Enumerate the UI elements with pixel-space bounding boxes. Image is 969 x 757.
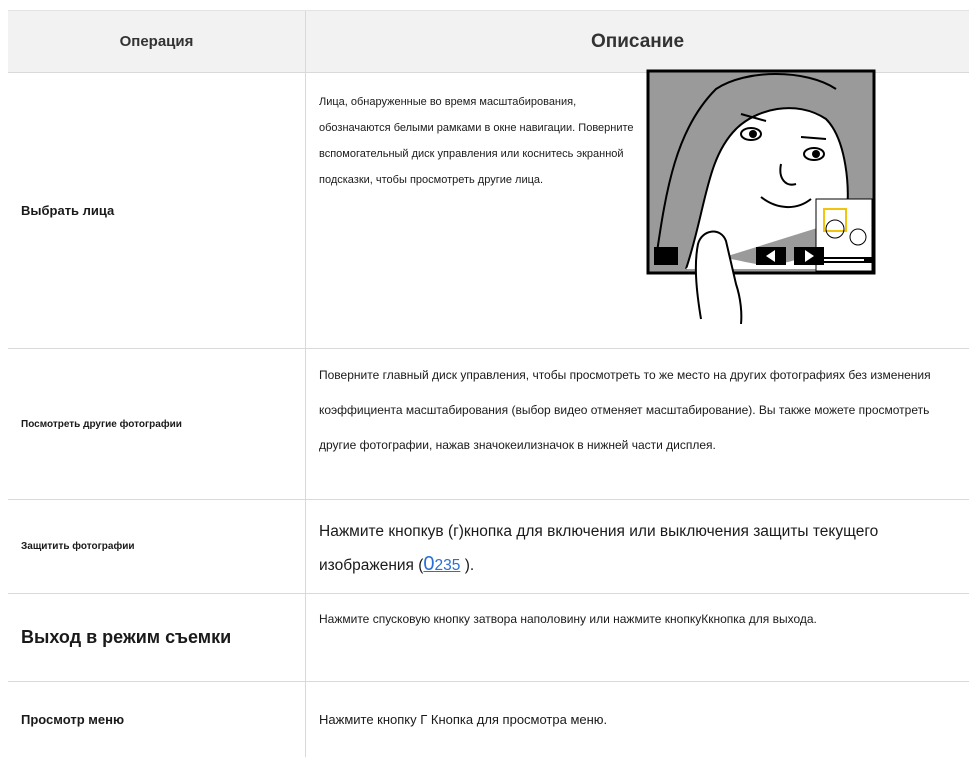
operation-cell: Просмотр меню [8, 682, 306, 757]
operation-cell: Защитить фотографии [8, 500, 306, 593]
operations-table: Операция Описание Выбрать лица Лица, обн… [8, 10, 969, 757]
table-row: Посмотреть другие фотографии Поверните г… [8, 349, 969, 500]
description-text-end: ). [460, 557, 475, 574]
operation-cell: Посмотреть другие фотографии [8, 349, 306, 499]
table-row: Защитить фотографии Нажмите кнопкув (г)к… [8, 500, 969, 594]
header-operation: Операция [8, 11, 306, 72]
description-text: Нажмите кнопкув (г)кнопка для включения … [319, 523, 879, 574]
description-text: Лица, обнаруженные во время масштабирова… [319, 96, 634, 186]
page-reference-link[interactable]: 0235 [423, 553, 461, 575]
reference-page: 235 [434, 557, 461, 574]
face-selection-illustration [646, 69, 876, 324]
description-cell: Поверните главный диск управления, чтобы… [319, 368, 931, 452]
description-cell: Нажмите спусковую кнопку затвора наполов… [319, 612, 817, 626]
table-header: Операция Описание [8, 10, 969, 73]
header-description: Описание [590, 30, 685, 52]
description-cell: Лица, обнаруженные во время масштабирова… [306, 69, 969, 348]
table-row: Выход в режим съемки Нажмите спусковую к… [8, 594, 969, 682]
operation-cell: Выход в режим съемки [8, 594, 306, 681]
description-cell: Нажмите кнопку Г Кнопка для просмотра ме… [319, 712, 608, 727]
description-cell: Нажмите кнопкув (г)кнопка для включения … [306, 500, 969, 593]
operation-cell: Выбрать лица [8, 73, 306, 348]
reference-symbol: 0 [423, 553, 435, 575]
table-row: Выбрать лица Лица, обнаруженные во время… [8, 69, 969, 349]
table-row: Просмотр меню Нажмите кнопку Г Кнопка дл… [8, 682, 969, 757]
